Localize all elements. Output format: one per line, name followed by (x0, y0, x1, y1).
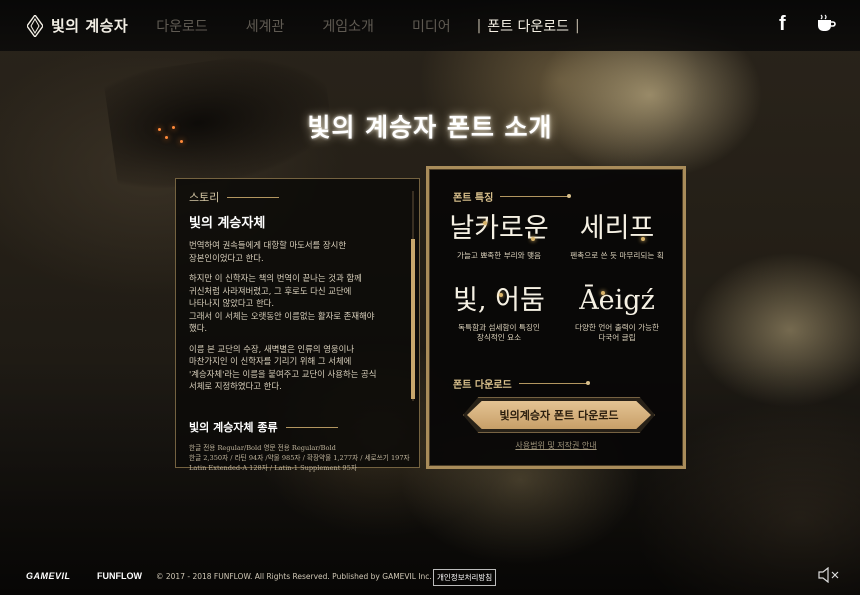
logo-emblem-icon (27, 14, 43, 37)
sparkle-dot (641, 237, 645, 241)
heading-divider (518, 381, 590, 385)
story-heading-label: 스토리 (189, 191, 220, 204)
story-paragraph: 하지만 이 신학자는 책의 번역이 끝나는 것과 함께 귀신처럼 사라져버렸고,… (189, 273, 375, 333)
sparkle-dot (483, 221, 487, 225)
feature-item-serif: 세리프 펜촉으로 쓴 듯 마무리되는 획 (557, 213, 677, 261)
feature-desc: 독특함과 섬세함이 특징인 장식적인 요소 (458, 323, 540, 342)
menu-item-download[interactable]: 다운로드 (156, 16, 208, 36)
feature-desc: 펜촉으로 쓴 듯 마무리되는 획 (570, 251, 664, 260)
story-paragraph: 이름 본 교단의 수장, 새벽별은 인류의 영웅이나 마찬가지인 이 신학자를 … (189, 343, 377, 392)
story-paragraph: 번역하여 권속들에게 대항할 마도서를 장시한 장본인이었다고 한다. (189, 240, 347, 263)
funflow-logo[interactable]: FUNFLOW (97, 571, 142, 581)
feature-heading: 폰트 특징 (453, 189, 572, 204)
gamevil-logo[interactable]: GAMEVIL (26, 571, 71, 581)
feature-item-multilingual: Āeigź 다양한 언어 출력이 가능한 다국어 글립 (557, 285, 677, 343)
license-link[interactable]: 사용범위 및 저작권 안내 (429, 440, 683, 451)
font-types-line: 한글 전용 Regular/Bold 영문 전용 Regular/Bold (189, 444, 336, 452)
copyright-text: © 2017 - 2018 FUNFLOW. All Rights Reserv… (156, 572, 432, 581)
facebook-icon[interactable]: f (779, 13, 786, 36)
sparkle-dot (499, 293, 503, 297)
feature-glyph: 세리프 (579, 213, 655, 244)
feature-glyph: 빛, 어둠 (453, 285, 545, 316)
heading-divider (285, 426, 338, 428)
feature-desc: 가늘고 뾰족한 부리와 맺음 (456, 251, 542, 260)
logo-text: 빛의 계승자 (51, 17, 129, 35)
cafe-icon[interactable] (816, 14, 836, 34)
menu-separator: | (476, 17, 482, 34)
feature-heading-label: 폰트 특징 (453, 193, 494, 204)
feature-glyph: 날카로운 (449, 213, 549, 244)
download-heading: 폰트 다운로드 (453, 376, 590, 391)
story-subtitle: 빛의 계승자체 (189, 216, 266, 231)
sound-mute-icon[interactable] (818, 567, 842, 583)
page-title: 빛의 계승자 폰트 소개 (307, 113, 553, 142)
font-types-line: 한글 2,350자 / 라틴 94자 /약물 985자 / 확장약물 1,277… (189, 454, 410, 462)
logo[interactable]: 빛의 계승자 (27, 14, 129, 37)
font-types-heading: 빛의 계승자체 종류 (189, 419, 414, 435)
privacy-policy-link[interactable]: 개인정보처리방침 (433, 569, 497, 586)
heading-divider (500, 194, 572, 198)
sparkle-dot (601, 291, 605, 295)
font-download-button[interactable]: 빛의계승자 폰트 다운로드 (467, 401, 651, 429)
story-heading: 스토리 (189, 189, 394, 205)
story-panel: 스토리 빛의 계승자체 번역하여 권속들에게 대항할 마도서를 장시한 장본인이… (175, 178, 420, 472)
story-scroll-area[interactable]: 스토리 빛의 계승자체 번역하여 권속들에게 대항할 마도서를 장시한 장본인이… (189, 189, 394, 409)
heading-divider (227, 196, 280, 198)
menu-item-font-download[interactable]: 폰트 다운로드 (487, 16, 569, 36)
font-types-section: 빛의 계승자체 종류 한글 전용 Regular/Bold 영문 전용 Regu… (189, 419, 414, 473)
top-navigation: 빛의 계승자 다운로드 세계관 게임소개 미디어 | 폰트 다운로드 | f (0, 0, 860, 51)
sparkle-dot (531, 237, 535, 241)
menu-separator: | (575, 17, 580, 34)
main-menu: 다운로드 세계관 게임소개 미디어 | 폰트 다운로드 | (156, 16, 586, 36)
font-types-detail: 한글 전용 Regular/Bold 영문 전용 Regular/Bold 한글… (189, 443, 414, 473)
font-types-heading-label: 빛의 계승자체 종류 (189, 421, 278, 434)
scrollbar-thumb[interactable] (411, 239, 415, 399)
font-types-line: Latin Extended-A 128자 / Latin-1 Suppleme… (189, 464, 357, 472)
menu-item-game-intro[interactable]: 게임소개 (322, 16, 374, 36)
menu-item-worldview[interactable]: 세계관 (246, 16, 285, 36)
feature-desc: 다양한 언어 출력이 가능한 다국어 글립 (574, 323, 660, 342)
feature-item-sharp: 날카로운 가늘고 뾰족한 부리와 맺음 (439, 213, 559, 261)
download-heading-label: 폰트 다운로드 (453, 380, 512, 391)
feature-glyph: Āeigź (579, 285, 655, 316)
font-feature-panel: 폰트 특징 날카로운 가늘고 뾰족한 부리와 맺음 세리프 펜촉으로 쓴 듯 마… (426, 166, 686, 469)
menu-item-media[interactable]: 미디어 (412, 16, 451, 36)
footer: GAMEVIL FUNFLOW © 2017 - 2018 FUNFLOW. A… (0, 565, 860, 589)
